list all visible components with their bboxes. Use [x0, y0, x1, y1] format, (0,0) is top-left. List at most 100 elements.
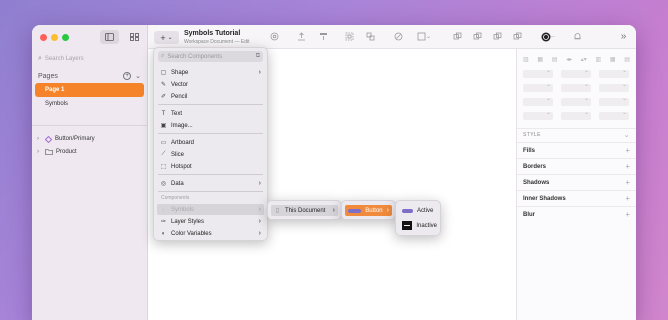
chevron-right-icon: › [258, 180, 261, 187]
boolean-union-icon[interactable] [452, 31, 463, 42]
search-components-input[interactable]: ⌕ Search Components ⧉ [158, 51, 263, 62]
main-toolbar: + ⌄ Symbols Tutorial Workspace Document … [148, 25, 636, 49]
page-label: Symbols [45, 101, 69, 107]
layer-item-button-primary[interactable]: › Button/Primary [37, 133, 143, 145]
add-page-icon[interactable]: + [123, 72, 132, 80]
flip-field[interactable] [523, 109, 553, 120]
shape-icon: ▢ [160, 70, 167, 76]
menu-item-color-variables[interactable]: ◐ Color Variables › [157, 228, 264, 239]
align-middle-icon[interactable]: ▦ [610, 56, 616, 63]
components-panel-toggle[interactable] [125, 30, 144, 44]
menu-item-button[interactable]: Button › [345, 205, 392, 216]
add-blur-icon[interactable]: + [625, 210, 630, 219]
create-symbol-icon[interactable] [269, 31, 280, 42]
align-left-icon[interactable]: ▥ [523, 56, 529, 63]
lock-ratio-field[interactable] [599, 81, 629, 92]
menu-item-this-document[interactable]: ▯ This Document › [271, 205, 338, 216]
radius-field[interactable] [599, 95, 629, 106]
section-label: Inner Shadows [523, 195, 566, 202]
chevron-right-icon[interactable]: › [37, 149, 42, 155]
align-center-icon[interactable]: ▦ [537, 56, 543, 63]
menu-item-text[interactable]: T Text [157, 108, 264, 119]
group-icon[interactable] [344, 31, 355, 42]
align-right-icon[interactable]: ▤ [552, 56, 558, 63]
ungroup-icon[interactable] [365, 31, 376, 42]
button-symbol-thumbnail [348, 208, 362, 213]
minimize-window-button[interactable] [51, 34, 58, 41]
borders-section[interactable]: Borders + [517, 158, 636, 174]
menu-item-layer-styles[interactable]: ✑ Layer Styles › [157, 216, 264, 227]
chevron-down-icon[interactable]: ⌄ [624, 131, 630, 139]
add-inner-shadow-icon[interactable]: + [625, 194, 630, 203]
y-position-field[interactable] [561, 67, 591, 78]
document-subtitle: Workspace Document — Edit [184, 39, 250, 45]
page-item-page-1[interactable]: Page 1 [35, 83, 144, 97]
menu-item-image[interactable]: ▣ Image... [157, 120, 264, 131]
search-layers-input[interactable]: ⌕ Search Layers [38, 53, 141, 65]
distribute-h-icon[interactable]: ◂▸ [566, 56, 572, 63]
chevron-right-icon: › [386, 207, 389, 214]
external-window-icon[interactable]: ⧉ [256, 53, 260, 60]
menu-item-hotspot[interactable]: ⬚ Hotspot [157, 161, 264, 172]
menu-item-label: Active [417, 207, 434, 214]
pages-label: Pages [38, 72, 58, 80]
align-bottom-icon[interactable]: ▤ [624, 56, 630, 63]
blur-section[interactable]: Blur + [517, 206, 636, 222]
edit-icon[interactable] [393, 31, 404, 42]
insert-button[interactable]: + ⌄ [154, 31, 179, 44]
zoom-window-button[interactable] [62, 34, 69, 41]
chevron-down-icon[interactable]: ⌄ [135, 72, 141, 80]
blend-field[interactable] [561, 95, 591, 106]
menu-item-vector[interactable]: ✎ Vector [157, 79, 264, 90]
rotation-field[interactable] [599, 67, 629, 78]
shadows-section[interactable]: Shadows + [517, 174, 636, 190]
layer-styles-icon: ✑ [160, 219, 167, 225]
menu-item-inactive[interactable]: Inactive [399, 220, 437, 231]
backward-icon[interactable] [318, 31, 329, 42]
resize-field[interactable] [561, 109, 591, 120]
menu-item-data[interactable]: ◎ Data › [157, 178, 264, 189]
boolean-subtract-icon[interactable] [472, 31, 483, 42]
boolean-difference-icon[interactable] [512, 31, 523, 42]
forward-icon[interactable] [296, 31, 307, 42]
sidebar-toggle-icon[interactable]: » [618, 31, 629, 42]
menu-item-label: Symbols [171, 206, 195, 213]
menu-item-slice[interactable]: ⟋ Slice [157, 149, 264, 160]
collaborate-icon[interactable]: ·· [540, 31, 556, 42]
search-icon: ⌕ [161, 53, 165, 59]
menu-item-pencil[interactable]: ✐ Pencil [157, 91, 264, 102]
button-submenu: Active Inactive [395, 200, 441, 236]
menu-item-symbols[interactable]: ◌ Symbols › [157, 204, 264, 215]
menu-separator [158, 191, 263, 192]
menu-item-label: Vector [171, 81, 189, 88]
width-field[interactable] [523, 81, 553, 92]
menu-item-artboard[interactable]: ▭ Artboard [157, 137, 264, 148]
style-label: STYLE [523, 131, 541, 138]
close-window-button[interactable] [40, 34, 47, 41]
align-top-icon[interactable]: ▥ [596, 56, 602, 63]
menu-item-label: Image... [171, 122, 193, 129]
menu-item-label: Slice [171, 151, 185, 158]
layers-panel-toggle[interactable] [100, 30, 119, 44]
pin-field[interactable] [599, 109, 629, 120]
chevron-right-icon[interactable]: › [37, 136, 42, 142]
add-fill-icon[interactable]: + [625, 146, 630, 155]
x-position-field[interactable] [523, 67, 553, 78]
menu-item-active[interactable]: Active [399, 205, 437, 216]
add-border-icon[interactable]: + [625, 162, 630, 171]
page-item-symbols[interactable]: Symbols [35, 97, 144, 111]
boolean-intersect-icon[interactable] [492, 31, 503, 42]
inner-shadows-section[interactable]: Inner Shadows + [517, 190, 636, 206]
menu-item-shape[interactable]: ▢ Shape › [157, 67, 264, 78]
edit-link[interactable]: Edit [241, 39, 250, 45]
menu-item-label: Button [365, 207, 383, 214]
height-field[interactable] [561, 81, 591, 92]
document-title: Symbols Tutorial [184, 30, 241, 37]
notifications-icon[interactable] [572, 31, 583, 42]
opacity-field[interactable] [523, 95, 553, 106]
distribute-v-icon[interactable]: ▴▾ [581, 56, 587, 63]
add-shadow-icon[interactable]: + [625, 178, 630, 187]
transform-icon[interactable]: ⌄ [416, 31, 432, 42]
layer-item-product[interactable]: › Product [37, 146, 143, 158]
fills-section[interactable]: Fills + [517, 142, 636, 158]
